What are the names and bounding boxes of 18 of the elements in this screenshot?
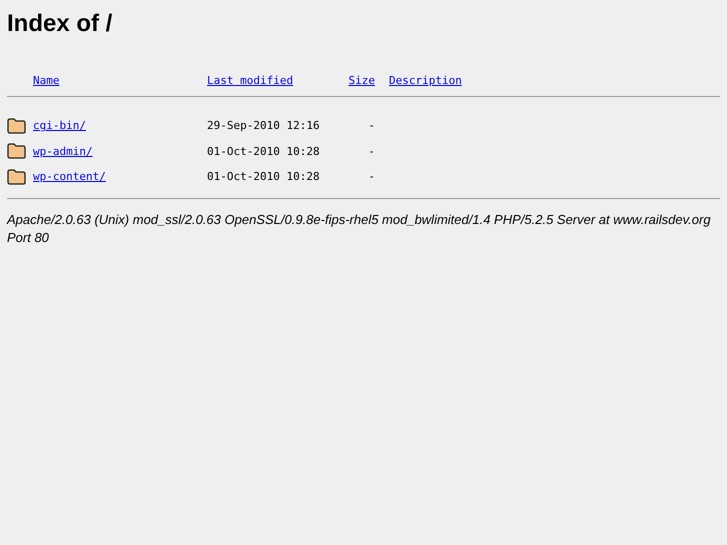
folder-link[interactable]: wp-admin/ — [33, 144, 207, 158]
page-title: Index of / — [7, 9, 114, 39]
column-header-link[interactable]: Last modified — [207, 74, 331, 86]
column-header-link[interactable]: Description — [389, 74, 720, 86]
file-size: - — [367, 119, 376, 132]
modified-date: 29-Sep-2010 12:16 — [207, 119, 321, 132]
file-size: - — [367, 144, 376, 158]
folder-link[interactable]: wp-content/ — [33, 170, 207, 184]
folder-link[interactable]: cgi-bin/ — [33, 119, 207, 132]
column-header-link[interactable]: Size — [331, 74, 389, 86]
column-header-link[interactable]: Name — [33, 74, 207, 86]
modified-date: 01-Oct-2010 10:28 — [207, 144, 321, 158]
modified-date: 01-Oct-2010 10:28 — [207, 170, 321, 184]
folder-icon — [7, 168, 26, 185]
folder-icon — [7, 118, 26, 134]
file-size: - — [367, 170, 376, 184]
server-signature: Apache/2.0.63 (Unix) mod_ssl/2.0.63 OpenSSL/0.9.8e-fips-rhel5 mod_bwlimited/1.4 PHP/5.2.5 Server at www.railsdev.org Port 80 — [7, 210, 712, 246]
folder-icon — [7, 143, 26, 160]
